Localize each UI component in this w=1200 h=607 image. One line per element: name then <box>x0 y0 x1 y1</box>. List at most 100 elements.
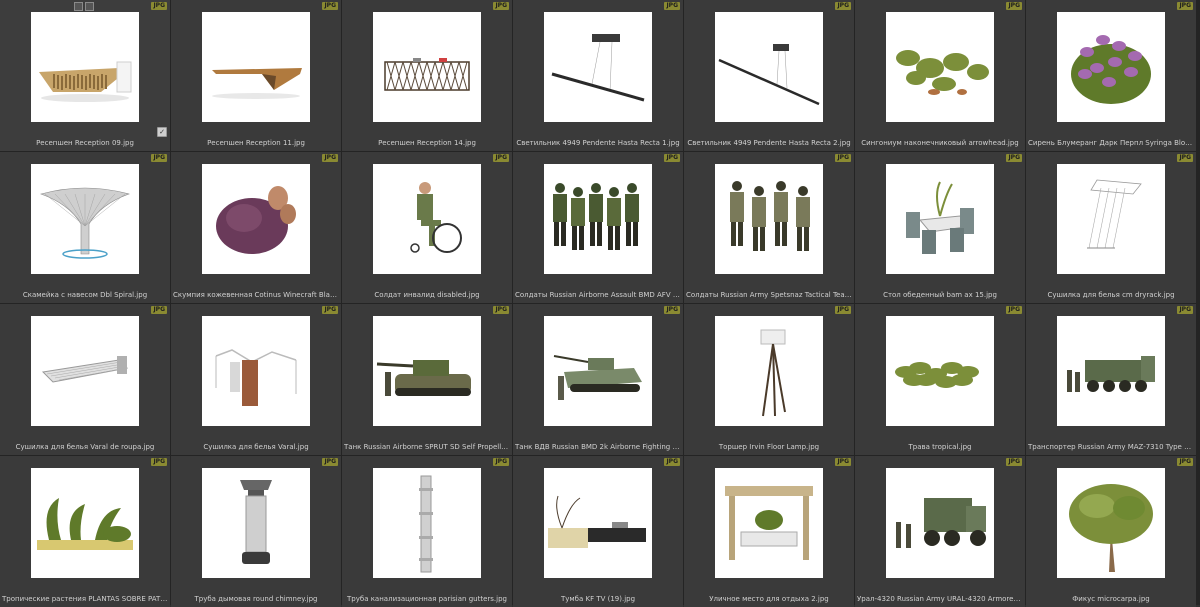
file-name-label: Солдаты Russian Army Spetsnaz Tactical T… <box>686 291 852 299</box>
thumbnail[interactable] <box>1057 316 1165 426</box>
file-name-label: Сушилка для белья Varal de roupa.jpg <box>15 443 155 451</box>
grass-tropical-icon <box>886 316 994 426</box>
file-type-badge: JPG <box>493 2 509 10</box>
file-name-label: Скамейка с навесом Dbl Spiral.jpg <box>22 291 148 299</box>
thumbnail[interactable] <box>886 316 994 426</box>
asset-tile[interactable]: JPG Сингониум наконечниковый arrowhead.j… <box>855 0 1025 151</box>
file-type-badge: JPG <box>322 2 338 10</box>
asset-tile[interactable]: JPG Солдат инвалид disabled.jpg <box>342 152 512 303</box>
thumbnail[interactable] <box>544 316 652 426</box>
file-type-badge: JPG <box>1177 306 1193 314</box>
selection-checkbox[interactable]: ✓ <box>157 127 167 137</box>
asset-tile[interactable]: JPG Уличное место для отдыха 2.jpg <box>684 456 854 607</box>
file-type-badge: JPG <box>1177 2 1193 10</box>
thumbnail[interactable] <box>373 12 481 122</box>
thumbnail[interactable] <box>715 316 823 426</box>
asset-tile[interactable]: JPG Урал-4320 Russian Army URAL-4320 Arm… <box>855 456 1025 607</box>
file-name-label: Скумпия кожевенная Cotinus Winecraft Bla… <box>173 291 339 299</box>
folding-dryrack-icon <box>202 316 310 426</box>
asset-tile[interactable]: JPG Светильник 4949 Pendente Hasta Recta… <box>684 0 854 151</box>
file-name-label: Уличное место для отдыха 2.jpg <box>709 595 829 603</box>
edit-icon[interactable] <box>85 2 94 11</box>
thumbnail[interactable] <box>544 164 652 274</box>
file-type-badge: JPG <box>1006 458 1022 466</box>
thumbnail[interactable] <box>1057 12 1165 122</box>
asset-tile[interactable]: JPG Солдаты Russian Airborne Assault BMD… <box>513 152 683 303</box>
pendant-lamp-diagonal-icon <box>715 12 823 122</box>
thumbnail[interactable] <box>886 468 994 578</box>
thumbnail[interactable] <box>544 468 652 578</box>
thumbnail[interactable] <box>886 164 994 274</box>
thumbnail[interactable] <box>31 12 139 122</box>
file-name-label: Торшер Irvin Floor Lamp.jpg <box>718 443 820 451</box>
file-name-label: Фикус microcarpa.jpg <box>1072 595 1150 603</box>
asset-tile[interactable]: JPG Скамейка с навесом Dbl Spiral.jpg <box>0 152 170 303</box>
asset-tile[interactable]: JPG Труба дымовая round chimney.jpg <box>171 456 341 607</box>
thumbnail[interactable] <box>373 164 481 274</box>
file-type-badge: JPG <box>151 458 167 466</box>
file-name-label: Танк Russian Airborne SPRUT SD Self Prop… <box>344 443 510 451</box>
plant-arrowhead-icon <box>886 12 994 122</box>
file-type-badge: JPG <box>151 154 167 162</box>
thumbnail[interactable] <box>31 164 139 274</box>
asset-tile[interactable]: JPG Сирень Блумеранг Дарк Перпл Syringa … <box>1026 0 1196 151</box>
file-type-badge: JPG <box>322 458 338 466</box>
asset-tile[interactable]: JPG Ресепшен Reception 09.jpg ✓ <box>0 0 170 151</box>
gutter-pipe-icon <box>373 468 481 578</box>
thumbnail[interactable] <box>31 316 139 426</box>
reception-desk-wood-icon <box>31 12 139 122</box>
thumbnail[interactable] <box>373 468 481 578</box>
thumbnail[interactable] <box>715 12 823 122</box>
tropical-plants-icon <box>31 468 139 578</box>
thumbnail[interactable] <box>31 468 139 578</box>
asset-tile[interactable]: JPG Стол обеденный bam ax 15.jpg <box>855 152 1025 303</box>
file-name-label: Сушилка для белья Varal.jpg <box>203 443 309 451</box>
asset-tile[interactable]: JPG Сушилка для белья cm dryrack.jpg <box>1026 152 1196 303</box>
asset-tile[interactable]: JPG Транспортер Russian Army MAZ-7310 Ty… <box>1026 304 1196 455</box>
asset-tile[interactable]: JPG Ресепшен Reception 11.jpg <box>171 0 341 151</box>
soldier-wheelchair-icon <box>373 164 481 274</box>
file-name-label: Светильник 4949 Pendente Hasta Recta 2.j… <box>687 139 851 147</box>
asset-tile[interactable]: JPG Фикус microcarpa.jpg <box>1026 456 1196 607</box>
thumbnail[interactable] <box>715 468 823 578</box>
thumbnail[interactable] <box>202 316 310 426</box>
thumbnail[interactable] <box>1057 164 1165 274</box>
asset-tile[interactable]: JPG Сушилка для белья Varal de roupa.jpg <box>0 304 170 455</box>
file-type-badge: JPG <box>493 306 509 314</box>
square-icon[interactable] <box>74 2 83 11</box>
thumbnail[interactable] <box>886 12 994 122</box>
thumbnail[interactable] <box>202 468 310 578</box>
thumbnail[interactable] <box>1057 468 1165 578</box>
thumbnail[interactable] <box>202 164 310 274</box>
dining-table-icon <box>886 164 994 274</box>
thumbnail[interactable] <box>373 316 481 426</box>
file-type-badge: JPG <box>1177 458 1193 466</box>
thumbnail[interactable] <box>715 164 823 274</box>
thumbnail[interactable] <box>202 12 310 122</box>
file-type-badge: JPG <box>322 154 338 162</box>
asset-tile[interactable]: JPG Трава tropical.jpg <box>855 304 1025 455</box>
asset-tile[interactable]: JPG Ресепшен Reception 14.jpg <box>342 0 512 151</box>
thumbnail[interactable] <box>544 12 652 122</box>
asset-tile[interactable]: JPG Солдаты Russian Army Spetsnaz Tactic… <box>684 152 854 303</box>
file-type-badge: JPG <box>835 458 851 466</box>
asset-tile[interactable]: JPG Светильник 4949 Pendente Hasta Recta… <box>513 0 683 151</box>
file-type-badge: JPG <box>1006 2 1022 10</box>
asset-tile[interactable]: JPG Танк Russian Airborne SPRUT SD Self … <box>342 304 512 455</box>
file-name-label: Сирень Блумеранг Дарк Перпл Syringa Bloo… <box>1028 139 1194 147</box>
file-name-label: Сушилка для белья cm dryrack.jpg <box>1047 291 1175 299</box>
asset-tile[interactable]: JPG Скумпия кожевенная Cotinus Winecraft… <box>171 152 341 303</box>
asset-tile[interactable]: JPG Тумба KF TV (19).jpg <box>513 456 683 607</box>
file-name-label: Стол обеденный bam ax 15.jpg <box>883 291 997 299</box>
tv-stand-icon <box>544 468 652 578</box>
soldiers-group-icon <box>544 164 652 274</box>
asset-tile[interactable]: JPG Тропические растения PLANTAS SOBRE P… <box>0 456 170 607</box>
file-name-label: Урал-4320 Russian Army URAL-4320 Armored… <box>857 595 1023 603</box>
file-name-label: Солдаты Russian Airborne Assault BMD AFV… <box>515 291 681 299</box>
asset-tile[interactable]: JPG Танк ВДВ Russian BMD 2k Airborne Fig… <box>513 304 683 455</box>
file-name-label: Транспортер Russian Army MAZ-7310 Type E… <box>1028 443 1194 451</box>
asset-tile[interactable]: JPG Сушилка для белья Varal.jpg <box>171 304 341 455</box>
lilac-bush-icon <box>1057 12 1165 122</box>
asset-tile[interactable]: JPG Труба канализационная parisian gutte… <box>342 456 512 607</box>
asset-tile[interactable]: JPG Торшер Irvin Floor Lamp.jpg <box>684 304 854 455</box>
